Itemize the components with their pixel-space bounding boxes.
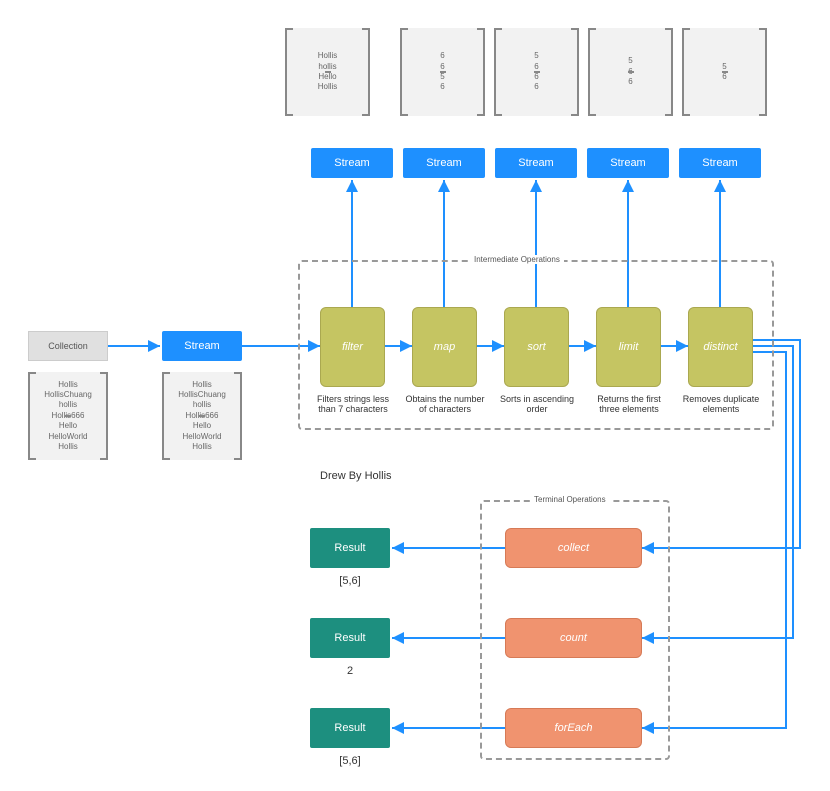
op-filter-desc: Filters strings less than 7 characters [308,395,398,415]
op-distinct-desc: Removes duplicate elements [678,395,764,415]
op-count: count [505,618,642,658]
op-filter: filter [320,307,385,387]
stream-box-2: Stream [403,148,485,178]
result-foreach: Result [310,708,390,748]
op-limit-desc: Returns the first three elements [586,395,672,415]
stream-main-box: Stream [162,331,242,361]
result-count: Result [310,618,390,658]
op-foreach: forEach [505,708,642,748]
data-box-filter-output: HollishollisHelloHollis [285,28,370,116]
op-distinct: distinct [688,307,753,387]
op-collect: collect [505,528,642,568]
stream-box-5: Stream [679,148,761,178]
collection-box: Collection [28,331,108,361]
op-map: map [412,307,477,387]
op-sort-desc: Sorts in ascending order [494,395,580,415]
stream-box-1: Stream [311,148,393,178]
stream-box-3: Stream [495,148,577,178]
op-sort: sort [504,307,569,387]
data-box-distinct-output: 56 [682,28,767,116]
op-map-desc: Obtains the number of characters [402,395,488,415]
credit-text: Drew By Hollis [320,470,392,482]
intermediate-ops-label: Intermediate Operations [470,255,564,264]
op-limit: limit [596,307,661,387]
collection-data-box: HollisHollisChuanghollisHollis666HelloHe… [28,372,108,460]
result-collect: Result [310,528,390,568]
data-box-map-output: 6656 [400,28,485,116]
result-collect-value: [5,6] [310,575,390,587]
stream-main-data-box: HollisHollisChuanghollisHollis666HelloHe… [162,372,242,460]
result-count-value: 2 [310,665,390,677]
terminal-ops-label: Terminal Operations [530,495,610,504]
data-box-sort-output: 5666 [494,28,579,116]
result-foreach-value: [5,6] [310,755,390,767]
stream-box-4: Stream [587,148,669,178]
data-box-limit-output: 566 [588,28,673,116]
